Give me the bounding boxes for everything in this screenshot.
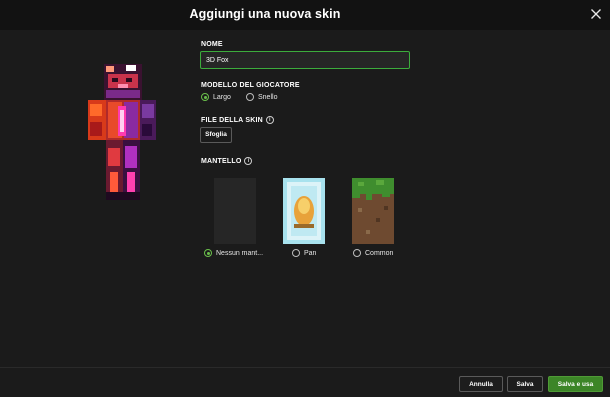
save-and-use-button[interactable]: Salva e usa: [548, 376, 603, 392]
dialog-header: Aggiungi una nuova skin: [0, 0, 610, 30]
name-label-text: NOME: [201, 41, 223, 48]
cape-pan-image: [283, 178, 325, 244]
model-option-label: Snello: [258, 93, 278, 101]
model-option-label: Largo: [213, 93, 231, 101]
cape-common-image: [352, 178, 394, 244]
radio-cape-common[interactable]: [353, 249, 361, 257]
skin-file-label: FILE DELLA SKIN i: [201, 116, 274, 124]
model-label-text: MODELLO DEL GIOCATORE: [201, 82, 300, 89]
cape-pan-thumbnail[interactable]: [283, 178, 325, 244]
cape-label-text: MANTELLO: [201, 157, 242, 165]
model-label: MODELLO DEL GIOCATORE: [201, 82, 300, 89]
browse-button[interactable]: Sfoglia: [200, 127, 232, 143]
cape-option-label: Common: [365, 249, 394, 257]
cape-common-thumbnail[interactable]: [352, 178, 394, 244]
info-icon[interactable]: i: [265, 116, 274, 124]
skin-preview-image: [88, 64, 156, 200]
cape-option-label: Nessun mant...: [216, 249, 264, 257]
dialog-title: Aggiungi una nuova skin: [189, 7, 341, 21]
cape-none-thumbnail[interactable]: [214, 178, 256, 244]
info-icon[interactable]: i: [244, 157, 253, 165]
close-button[interactable]: [588, 6, 604, 22]
model-option-snello[interactable]: Snello: [246, 93, 277, 101]
cancel-button[interactable]: Annulla: [459, 376, 503, 392]
cape-label: MANTELLO i: [201, 157, 253, 165]
radio-largo[interactable]: [201, 93, 209, 101]
cape-option-pan[interactable]: Pan: [292, 249, 316, 257]
model-option-largo[interactable]: Largo: [201, 93, 231, 101]
cape-option-none[interactable]: Nessun mant...: [204, 249, 263, 257]
close-icon: [591, 9, 601, 19]
cape-option-common[interactable]: Common: [353, 249, 393, 257]
cape-option-label: Pan: [304, 249, 317, 257]
skin-preview[interactable]: [82, 62, 162, 204]
radio-cape-pan[interactable]: [292, 249, 300, 257]
name-label: NOME: [201, 41, 223, 48]
skin-file-label-text: FILE DELLA SKIN: [201, 116, 263, 124]
save-button[interactable]: Salva: [507, 376, 543, 392]
cape-none-image: [214, 178, 256, 244]
name-input[interactable]: [200, 51, 410, 69]
radio-cape-none[interactable]: [204, 249, 212, 257]
radio-snello[interactable]: [246, 93, 254, 101]
